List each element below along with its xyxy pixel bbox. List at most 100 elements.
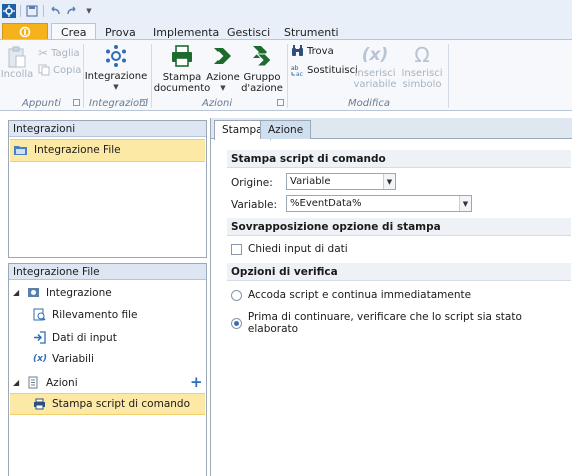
printer-icon <box>172 45 192 67</box>
properties-panel: Stampa Azione Stampa script di comando O… <box>210 118 572 476</box>
tree-label-azioni: Azioni <box>46 376 78 389</box>
collapse-arrow-icon[interactable]: ◢ <box>13 288 21 297</box>
integration-node-icon <box>28 288 39 297</box>
paste-label: Incolla <box>0 69 34 80</box>
stampa-label-line2: documento <box>153 83 211 94</box>
tab-prova[interactable]: Prova <box>105 26 136 39</box>
azione-label: Azione <box>206 72 240 83</box>
variabile-value: %EventData% <box>290 198 362 209</box>
chiedi-input-checkbox[interactable]: Chiedi input di dati <box>231 243 348 255</box>
file-menu-button[interactable] <box>2 23 48 40</box>
ribbon-tab-bar: Crea Prova Implementa Gestisci Strumenti <box>0 22 572 41</box>
inserisci-variabile-button[interactable]: (x) Inserisci variabile <box>352 44 398 90</box>
group-label-appunti: Appunti <box>22 98 61 109</box>
sostituisci-label: Sostituisci <box>307 64 358 76</box>
section-stampa-script: Stampa script di comando <box>227 150 571 168</box>
copy-button[interactable]: Copia <box>38 64 81 76</box>
variable-icon: (x) <box>361 45 389 65</box>
stampa-label-line1: Stampa <box>162 72 202 83</box>
checkbox-box[interactable] <box>231 243 242 255</box>
group-label-modifica: Modifica <box>348 98 390 109</box>
integrations-panel: Integrazioni Integrazione File <box>8 120 207 258</box>
tree-node-dati-input[interactable]: Dati di input <box>33 331 117 344</box>
tree-node-variabili[interactable]: (x) Variabili <box>33 353 94 365</box>
radio-accoda-script[interactable]: Accoda script e continua immediatamente <box>231 289 471 301</box>
ribbon-panel: Incolla ✂ Taglia Copia Appunti Integrazi… <box>0 39 572 111</box>
save-icon[interactable] <box>25 4 39 18</box>
radio-verificare-script[interactable]: Prima di continuare, verificare che lo s… <box>231 311 572 335</box>
binoculars-icon <box>292 45 303 56</box>
folder-icon <box>14 146 27 155</box>
integrazione-button[interactable]: Integrazione ▼ <box>85 44 147 93</box>
scissors-icon: ✂ <box>38 46 49 60</box>
integration-icon <box>106 45 126 67</box>
actions-node-icon <box>28 376 38 389</box>
azione-button[interactable]: Azione ▼ <box>206 44 240 94</box>
origine-select[interactable]: Variable ▼ <box>286 173 396 190</box>
origine-value: Variable <box>290 176 331 187</box>
file-menu-icon <box>19 26 31 37</box>
cut-button[interactable]: ✂ Taglia <box>38 46 80 60</box>
trova-button[interactable]: Trova <box>291 45 334 57</box>
tree-label-stampa-script: Stampa script di comando <box>52 398 191 410</box>
chevron-down-icon: ▼ <box>383 174 395 189</box>
group-label-azioni: Azioni <box>202 98 233 109</box>
quick-access-toolbar: ▼ <box>0 0 572 22</box>
radio-circle[interactable] <box>231 289 242 301</box>
variabile-label: Variable: <box>231 199 278 211</box>
integration-item-label: Integrazione File <box>34 144 121 156</box>
add-action-icon[interactable]: + <box>190 375 203 390</box>
collapse-arrow-icon[interactable]: ◢ <box>13 378 21 387</box>
input-data-icon <box>34 331 46 344</box>
integration-list-item[interactable]: Integrazione File <box>10 139 205 162</box>
copy-label: Copia <box>53 64 82 76</box>
svg-text:ac: ac <box>296 71 303 76</box>
integration-tree-panel: Integrazione File ◢ Integrazione Rilevam… <box>8 263 207 476</box>
radio-circle-selected[interactable] <box>231 317 242 329</box>
gruppo-label-line2: d'azione <box>241 83 283 94</box>
tree-node-integrazione[interactable]: ◢ Integrazione <box>13 286 112 299</box>
tab-implementa[interactable]: Implementa <box>153 26 219 39</box>
inserisci-simbolo-line2: simbolo <box>402 79 442 90</box>
chevron-down-icon: ▼ <box>459 196 471 211</box>
group-separator <box>287 44 288 108</box>
gruppo-azione-button[interactable]: Gruppo d'azione <box>241 44 283 94</box>
inserisci-variabile-line2: variabile <box>353 79 397 90</box>
appunti-group-launcher[interactable] <box>73 99 80 106</box>
group-separator <box>151 44 152 108</box>
variable-icon: (x) <box>33 354 48 364</box>
tab-strumenti[interactable]: Strumenti <box>284 26 339 39</box>
paste-button[interactable]: Incolla <box>1 45 33 80</box>
tab-gestisci[interactable]: Gestisci <box>227 26 270 39</box>
properties-tab-bar: Stampa Azione <box>211 118 572 140</box>
group-separator <box>448 44 449 108</box>
undo-icon[interactable] <box>48 4 62 18</box>
integration-tree-title: Integrazione File <box>9 264 206 280</box>
tree-node-rilevamento[interactable]: Rilevamento file <box>33 308 137 321</box>
customize-qat-icon[interactable]: ▼ <box>82 4 96 18</box>
action-group-icon <box>253 46 272 67</box>
tree-node-stampa-script[interactable]: Stampa script di comando <box>10 393 205 415</box>
section-sovrapposizione: Sovrapposizione opzione di stampa <box>227 218 571 236</box>
radio-verificare-label: Prima di continuare, verificare che lo s… <box>247 311 522 335</box>
chevron-down-icon: ▼ <box>113 83 119 91</box>
action-icon <box>214 48 231 64</box>
stampa-documento-button[interactable]: Stampa documento <box>154 44 210 94</box>
variabile-select[interactable]: %EventData% ▼ <box>286 195 472 212</box>
integrazioni-group-launcher[interactable] <box>140 99 147 106</box>
inserisci-simbolo-line1: Inserisci <box>401 68 443 79</box>
app-icon[interactable] <box>2 4 16 18</box>
chiedi-input-label: Chiedi input di dati <box>248 243 348 255</box>
tree-node-azioni[interactable]: ◢ Azioni <box>13 376 78 389</box>
omega-icon: Ω <box>414 43 430 67</box>
section-opzioni-verifica: Opzioni di verifica <box>227 263 571 281</box>
redo-icon[interactable] <box>65 4 79 18</box>
tree-label-rilevamento: Rilevamento file <box>52 308 138 321</box>
inserisci-simbolo-button[interactable]: Ω Inserisci simbolo <box>400 44 444 90</box>
azioni-group-launcher[interactable] <box>277 99 284 106</box>
trova-label: Trova <box>307 45 334 57</box>
tab-azione[interactable]: Azione <box>260 120 312 139</box>
tree-label-variabili: Variabili <box>52 353 94 365</box>
qat-separator <box>43 5 44 17</box>
sostituisci-button[interactable]: ab ac Sostituisci <box>291 64 358 77</box>
